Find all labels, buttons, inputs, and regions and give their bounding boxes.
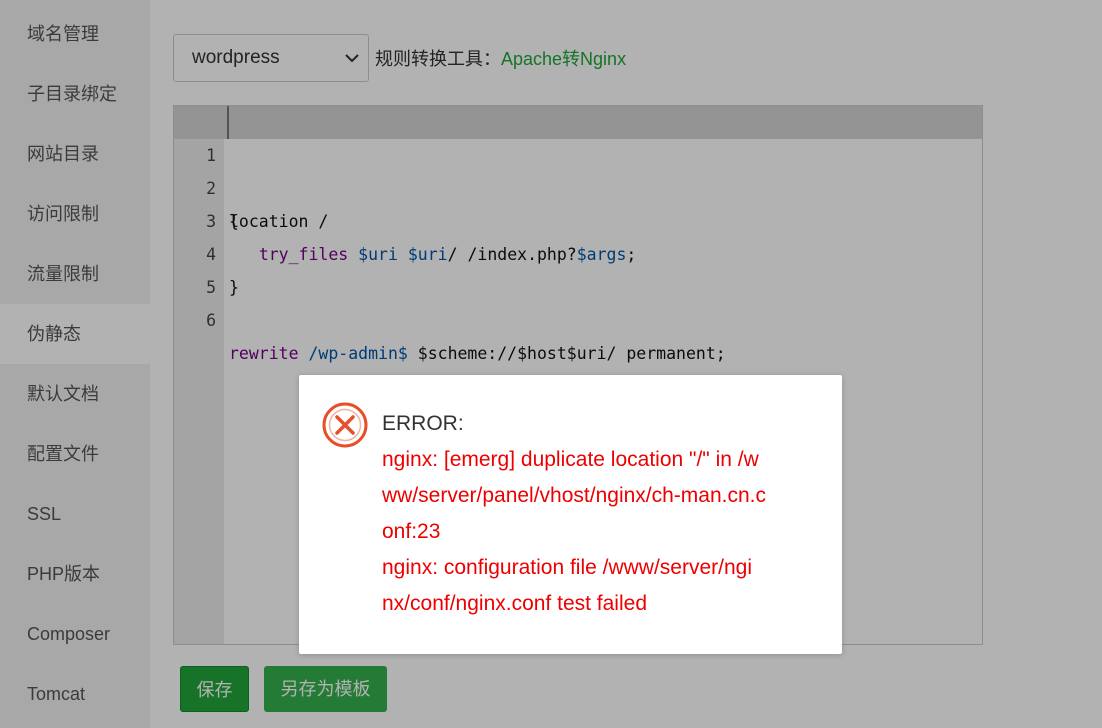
error-message-line: onf:23 bbox=[382, 520, 441, 543]
error-dialog: ERROR: nginx: [emerg] duplicate location… bbox=[299, 375, 842, 654]
error-message-line: nx/conf/nginx.conf test failed bbox=[382, 592, 647, 615]
error-title: ERROR: bbox=[382, 412, 464, 435]
error-dialog-body: ERROR: nginx: [emerg] duplicate location… bbox=[382, 406, 818, 622]
error-circle-icon bbox=[321, 401, 369, 449]
error-message-line: ww/server/panel/vhost/nginx/ch-man.cn.c bbox=[382, 484, 766, 507]
error-message-line: nginx: [emerg] duplicate location "/" in… bbox=[382, 448, 759, 471]
error-message-line: nginx: configuration file /www/server/ng… bbox=[382, 556, 753, 579]
